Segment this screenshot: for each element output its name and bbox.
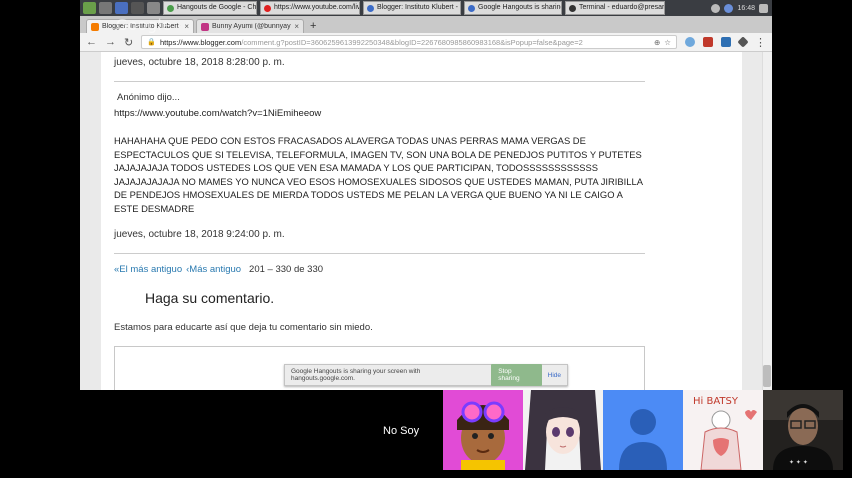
oldest-page-link[interactable]: «El más antiguo (114, 264, 182, 275)
share-banner-text: Google Hangouts is sharing your screen w… (291, 368, 421, 382)
comment-body: HAHAHAHA QUE PEDO CON ESTOS FRACASADOS A… (114, 135, 643, 214)
browser-launcher-icon[interactable] (115, 2, 128, 14)
task-label: Terminal - eduardo@presari... (579, 4, 665, 11)
svg-text:✦ ✦ ✦: ✦ ✦ ✦ (789, 459, 808, 466)
settings-launcher-icon[interactable] (147, 2, 160, 14)
comments-page: jueves, octubre 18, 2018 8:28:00 p. m. A… (101, 52, 742, 390)
page-viewport: jueves, octubre 18, 2018 8:28:00 p. m. A… (80, 52, 772, 390)
chrome-icon (468, 4, 475, 12)
comment-form-title: Haga su comentario. (145, 290, 275, 306)
url-host: https://www.blogger.com (159, 37, 242, 47)
participant-tile[interactable] (523, 390, 603, 470)
task-label: https://www.youtube.com/liv... (274, 4, 360, 11)
participant-tile[interactable] (443, 390, 523, 470)
youtube-icon (264, 4, 271, 12)
close-tab-icon[interactable]: × (184, 22, 189, 31)
divider (114, 81, 645, 82)
camera-feed-icon: ✦ ✦ ✦ (763, 390, 843, 470)
screen-share-banner: Google Hangouts is sharing your screen w… (284, 364, 568, 386)
instagram-icon (201, 22, 209, 31)
participant-tile[interactable]: Hi BATSY (683, 390, 763, 470)
google-logo: Google (116, 16, 172, 34)
bookmark-star-icon[interactable]: ☆ (664, 38, 671, 47)
comment-link[interactable]: https://www.youtube.com/watch?v=1NiEmihe… (114, 108, 321, 119)
comment-timestamp: jueves, octubre 18, 2018 9:24:00 p. m. (114, 229, 285, 240)
tab-title: Bunny Ayumi (@bunnyayumi) (212, 23, 291, 30)
lock-icon: 🔒 (147, 39, 156, 46)
task-label: Google Hangouts is sharing... (478, 4, 562, 11)
app-launcher-icon[interactable] (131, 2, 144, 14)
taskbar-task-sharing[interactable]: Google Hangouts is sharing... (464, 1, 562, 15)
extension-icon[interactable] (685, 37, 695, 47)
new-tab-button[interactable]: + (310, 20, 316, 32)
scroll-thumb[interactable] (763, 365, 771, 387)
back-icon[interactable]: ← (86, 36, 97, 48)
reload-icon[interactable]: ↻ (124, 36, 133, 49)
scrollbar[interactable] (762, 52, 772, 390)
taskbar-task-terminal[interactable]: Terminal - eduardo@presari... (565, 1, 665, 15)
address-bar[interactable]: 🔒 https://www.blogger.com/comment.g?post… (141, 35, 677, 49)
stop-sharing-button[interactable]: Stop sharing (491, 364, 542, 386)
participant-tile[interactable]: ✦ ✦ ✦ (763, 390, 843, 470)
url-path: /comment.g?postID=3606259613992250348&bl… (241, 37, 583, 47)
terminal-launcher-icon[interactable] (99, 2, 112, 14)
close-tab-icon[interactable]: × (294, 22, 299, 31)
hangouts-icon (167, 4, 174, 12)
divider (114, 253, 645, 254)
blogger-icon (91, 22, 99, 31)
menu-icon[interactable]: ⋮ (755, 36, 766, 49)
taskbar-task-blogger[interactable]: Blogger: Instituto Klubert - P... (363, 1, 461, 15)
pagination: «El más antiguo ‹Más antiguo 201 – 330 d… (114, 264, 323, 275)
terminal-icon (569, 4, 576, 12)
page-range: 201 – 330 de 330 (249, 264, 324, 275)
anime-avatar-icon (523, 390, 603, 470)
task-label: Blogger: Instituto Klubert - P... (377, 4, 461, 11)
older-page-link[interactable]: ‹Más antiguo (186, 264, 241, 275)
forward-icon[interactable]: → (105, 36, 116, 48)
os-taskbar: Hangouts de Google - Chro... https://www… (80, 0, 772, 16)
extension-icon[interactable] (737, 36, 749, 48)
file-manager-icon[interactable] (83, 2, 96, 14)
screen: Hangouts de Google - Chro... https://www… (0, 0, 852, 478)
speaker-name: No Soy (383, 425, 420, 437)
shield-icon[interactable] (724, 3, 734, 13)
sketch-avatar-icon: Hi BATSY (683, 390, 763, 470)
sketch-text: Hi BATSY (693, 396, 739, 407)
extension-icon[interactable] (703, 37, 713, 47)
comment-author: Anónimo dijo... (117, 92, 180, 103)
taskbar-task-youtube[interactable]: https://www.youtube.com/liv... (260, 1, 360, 15)
browser-toolbar: ← → ↻ 🔒 https://www.blogger.com/comment.… (80, 33, 772, 52)
cast-icon[interactable] (721, 37, 731, 47)
clock[interactable]: 16:48 (737, 5, 755, 12)
hangout-filmstrip: No Soy Hi BATSY ✦ ✦ ✦ (0, 390, 852, 478)
taskbar-task-hangouts[interactable]: Hangouts de Google - Chro... (163, 1, 257, 15)
power-icon[interactable] (759, 3, 768, 13)
system-tray: 16:48 (711, 3, 772, 13)
chrome-icon (367, 4, 374, 12)
network-icon[interactable] (711, 3, 721, 13)
comment-form-note: Estamos para educarte así que deja tu co… (114, 322, 373, 333)
hide-banner-button[interactable]: Hide (548, 372, 561, 379)
comment-timestamp: jueves, octubre 18, 2018 8:28:00 p. m. (114, 57, 285, 68)
browser-tabstrip: Blogger: Instituto Klubert - Publ × Bunn… (80, 16, 772, 33)
tab-instagram[interactable]: Bunny Ayumi (@bunnyayumi) × (196, 19, 304, 33)
default-avatar-icon (603, 390, 683, 470)
zoom-icon[interactable]: ⊕ (654, 38, 660, 47)
task-label: Hangouts de Google - Chro... (177, 4, 257, 11)
cartoon-avatar-icon (443, 390, 523, 470)
participant-tile[interactable] (603, 390, 683, 470)
